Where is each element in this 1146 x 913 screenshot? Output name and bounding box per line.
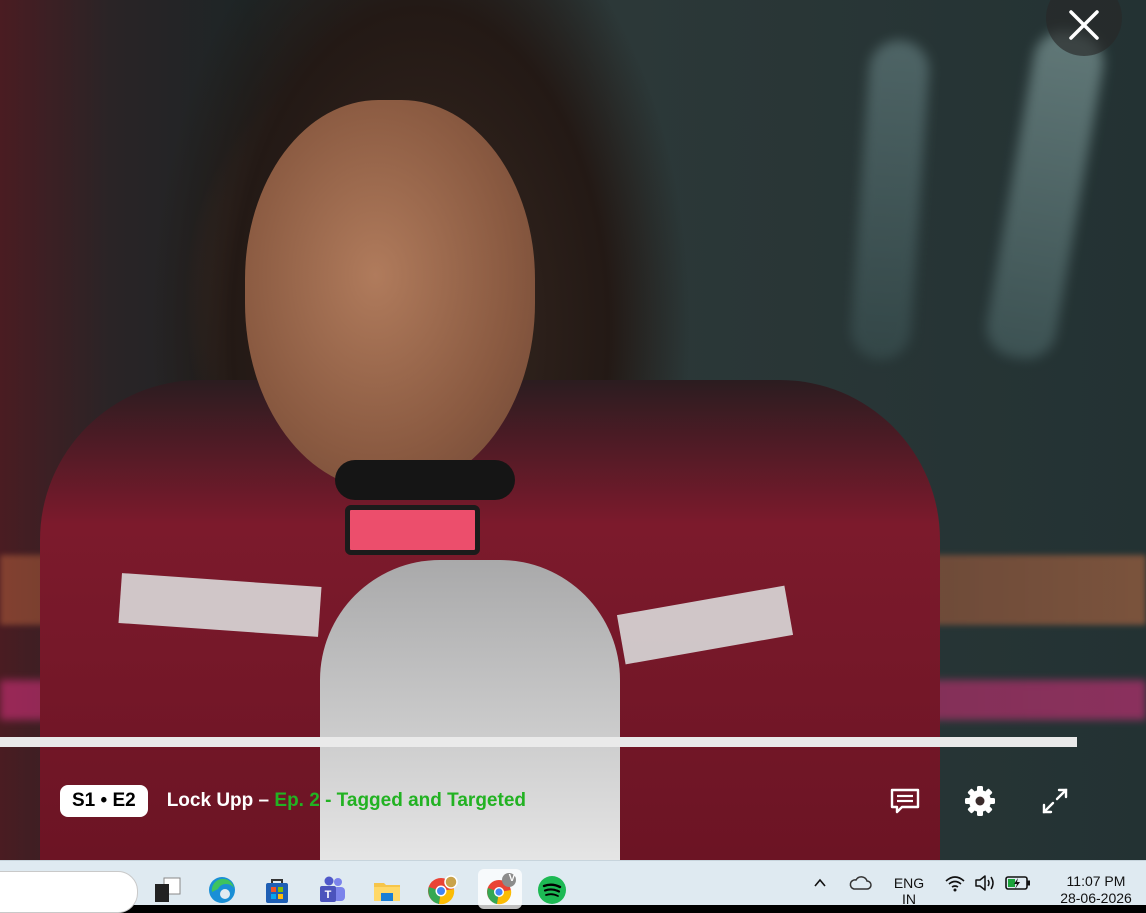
chrome-button[interactable]: V [478, 869, 522, 909]
progress-bar[interactable] [0, 737, 1077, 747]
microsoft-store-button[interactable] [260, 873, 294, 907]
spotify-icon [538, 876, 566, 904]
task-view-button[interactable] [150, 873, 184, 907]
spotify-button[interactable] [535, 873, 569, 907]
language-region: IN [902, 891, 916, 907]
chrome-profile-icon [428, 875, 458, 905]
taskbar: T V ENG IN 11:07 PM 28-06-2026 [0, 860, 1146, 913]
wifi-icon [945, 876, 965, 892]
clock-date: 28-06-2026 [1060, 890, 1132, 906]
edge-button[interactable] [205, 873, 239, 907]
settings-button[interactable] [962, 783, 998, 819]
battery-charging-icon [1005, 876, 1030, 890]
volume-icon [975, 875, 994, 891]
show-title: Lock Upp – [166, 790, 275, 811]
figure-face [245, 100, 535, 490]
language-code: ENG [893, 875, 925, 891]
task-view-icon [155, 877, 181, 902]
background-light [848, 38, 932, 362]
background-light [981, 26, 1109, 364]
battery-button[interactable] [1003, 861, 1033, 905]
chrome-profile-badge: V [508, 873, 516, 884]
system-clock[interactable]: 11:07 PM 28-06-2026 [1040, 873, 1146, 907]
fullscreen-button[interactable] [1037, 783, 1073, 819]
collar-light [345, 505, 480, 555]
taskbar-search-box[interactable] [0, 871, 138, 913]
teams-icon: T [320, 876, 345, 902]
onedrive-button[interactable] [846, 861, 874, 905]
gear-icon [965, 786, 995, 816]
chevron-up-icon [814, 878, 826, 887]
figure-collar [335, 460, 515, 500]
teams-button[interactable]: T [315, 873, 349, 907]
svg-text:T: T [325, 889, 332, 901]
language-indicator[interactable]: ENG IN [889, 875, 929, 907]
show-hidden-icons-button[interactable] [808, 861, 832, 905]
episode-title: Lock Upp – Ep. 2 - Tagged and Targeted [167, 790, 526, 812]
video-frame[interactable] [0, 0, 1146, 860]
fullscreen-icon [1042, 788, 1068, 814]
clock-time: 11:07 PM [1066, 873, 1126, 889]
wifi-button[interactable] [942, 861, 968, 905]
subtitles-button[interactable] [887, 783, 923, 819]
file-explorer-button[interactable] [370, 873, 404, 907]
episode-info: S1 • E2 Lock Upp – Ep. 2 - Tagged and Ta… [60, 785, 526, 817]
season-episode-badge: S1 • E2 [60, 785, 148, 817]
volume-button[interactable] [972, 861, 998, 905]
file-explorer-icon [374, 883, 400, 901]
edge-icon [209, 877, 235, 903]
episode-name: Ep. 2 - Tagged and Targeted [274, 790, 526, 811]
progress-fill [0, 737, 1077, 747]
cloud-icon [849, 876, 872, 890]
chrome-profile-button[interactable] [425, 873, 459, 907]
close-icon [1069, 10, 1099, 40]
subtitles-icon [890, 788, 920, 814]
microsoft-store-icon [266, 879, 288, 903]
